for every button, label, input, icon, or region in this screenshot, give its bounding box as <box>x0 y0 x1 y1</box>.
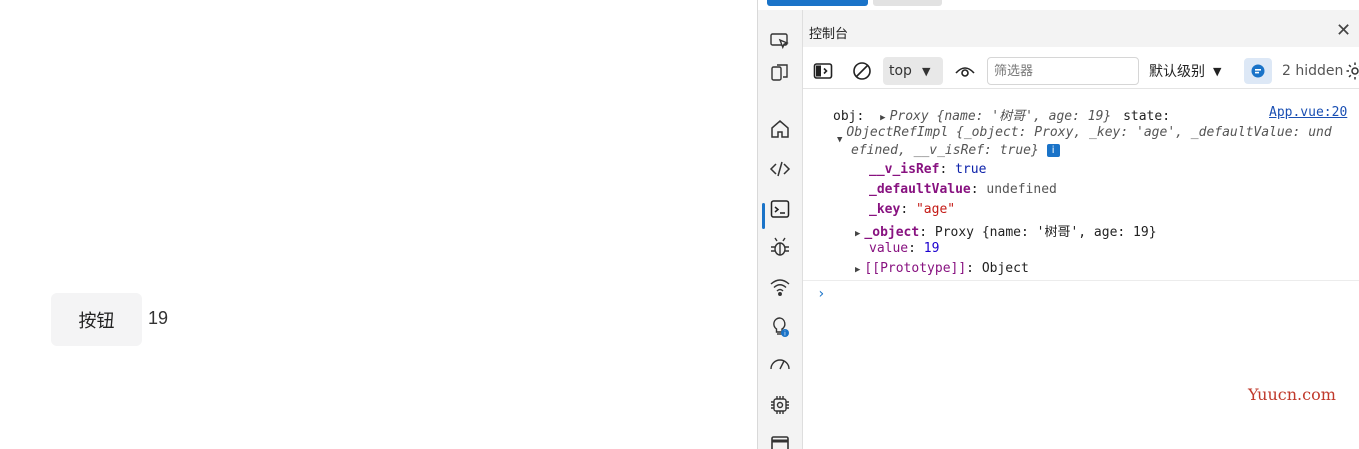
live-expression-eye-icon[interactable] <box>955 58 977 84</box>
filter-input[interactable] <box>987 57 1139 85</box>
app-button[interactable]: 按钮 <box>51 293 142 346</box>
elements-icon[interactable] <box>767 156 793 182</box>
prop-key: _key <box>869 202 901 217</box>
gear-icon[interactable] <box>1345 58 1359 84</box>
memory-chip-icon[interactable] <box>767 392 793 418</box>
top-button-strip <box>758 0 1359 10</box>
panel-title[interactable]: 控制台 <box>809 23 848 42</box>
performance-gauge-icon[interactable] <box>767 352 793 378</box>
secondary-button-edge[interactable] <box>873 0 942 6</box>
caret-down-icon: ▼ <box>1213 64 1222 78</box>
sidebar-toggle-icon[interactable] <box>813 58 835 84</box>
expand-triangle-icon[interactable]: ▶ <box>855 265 860 275</box>
prop-row[interactable]: ▶ _object: Proxy {name: '树哥', age: 19} <box>855 221 1157 240</box>
prop-value: Object <box>981 261 1029 276</box>
prop-key: value <box>869 241 909 256</box>
watermark: Yuucn.com <box>1248 385 1336 404</box>
prop-key: __v_isRef <box>869 162 940 177</box>
prop-key: _object <box>864 225 920 240</box>
close-icon[interactable]: ✕ <box>1336 20 1351 41</box>
hidden-count[interactable]: 2 hidden <box>1282 58 1343 84</box>
collapse-triangle-icon[interactable]: ▼ <box>837 135 842 145</box>
log-line-obj: obj: ▶ Proxy {name: '树哥', age: 19} state: <box>833 105 1170 124</box>
log-level-label: 默认级别 <box>1149 64 1205 80</box>
primary-button-edge[interactable] <box>767 0 868 6</box>
prop-row: _defaultValue: undefined <box>869 182 1057 197</box>
context-selector-label: top <box>889 63 912 79</box>
prop-key: _defaultValue <box>869 182 971 197</box>
state-label: state: <box>1123 109 1171 124</box>
log-line-objectref-wrap: efined, __v_isRef: true} i <box>851 143 1060 158</box>
prop-value: Proxy {name: '树哥', age: 19} <box>934 225 1157 240</box>
sources-bug-icon[interactable] <box>767 234 793 260</box>
prop-key: [[Prototype]] <box>864 261 967 276</box>
info-badge-icon[interactable]: i <box>1046 144 1060 157</box>
proxy-preview[interactable]: Proxy {name: '树哥', age: 19} <box>890 109 1112 124</box>
prop-value: 19 <box>923 241 940 256</box>
objectref-preview[interactable]: ObjectRefImpl {_object: Proxy, _key: 'ag… <box>846 125 1331 140</box>
console-icon[interactable] <box>767 196 793 222</box>
welcome-home-icon[interactable] <box>767 116 793 142</box>
log-level-dropdown[interactable]: 默认级别 ▼ <box>1149 58 1239 84</box>
activity-bar: i <box>758 10 803 449</box>
expand-triangle-icon[interactable]: ▶ <box>855 229 860 239</box>
console-prompt[interactable]: › <box>817 286 825 302</box>
prop-row: _key: "age" <box>869 202 956 217</box>
context-selector[interactable]: top ▼ <box>883 57 943 85</box>
expand-triangle-icon[interactable]: ▶ <box>880 113 885 123</box>
panel-header: 控制台 ✕ <box>803 10 1359 47</box>
devtools-window: i 控制台 ✕ top ▼ 筛选器 默认级别 ▼ 2 hidden obj: ▶… <box>757 0 1359 449</box>
caret-down-icon: ▼ <box>921 64 931 78</box>
prop-row: value: 19 <box>869 241 940 256</box>
objectref-preview-cont: efined, __v_isRef: true} <box>851 143 1039 158</box>
console-panel: 控制台 ✕ top ▼ 默认级别 ▼ <box>803 10 1359 449</box>
performance-bulb-icon[interactable]: i <box>767 314 793 340</box>
log-prefix: obj: <box>833 109 865 124</box>
app-preview: 按钮 19 <box>0 0 757 449</box>
device-emulation-icon[interactable] <box>767 60 793 86</box>
prop-row: __v_isRef: true <box>869 162 987 177</box>
source-link[interactable]: App.vue:20 <box>1269 105 1347 120</box>
application-icon[interactable] <box>767 430 793 449</box>
app-value-text: 19 <box>148 308 169 328</box>
console-toolbar: top ▼ 默认级别 ▼ 2 hidden <box>803 54 1359 89</box>
log-line-objectref: ▼ ObjectRefImpl {_object: Proxy, _key: 'a… <box>837 125 1332 145</box>
prop-value: undefined <box>986 182 1057 197</box>
prop-value: true <box>955 162 987 177</box>
inspect-icon[interactable] <box>767 28 793 54</box>
log-separator <box>803 280 1359 281</box>
network-wifi-icon[interactable] <box>767 274 793 300</box>
prop-row[interactable]: ▶ [[Prototype]]: Object <box>855 261 1029 276</box>
issues-message-icon[interactable] <box>1244 58 1272 84</box>
active-tab-indicator <box>762 203 765 229</box>
clear-console-icon[interactable] <box>852 58 874 84</box>
prop-value: "age" <box>915 202 956 217</box>
